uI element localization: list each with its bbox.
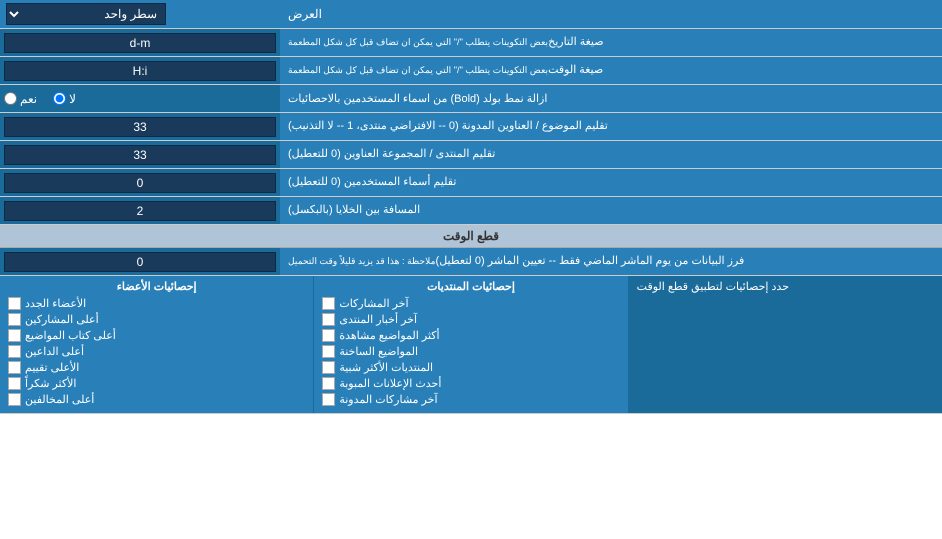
stats-grid: حدد إحصائيات لتطبيق قطع الوقت إحصائيات ا…: [0, 276, 942, 414]
checkbox-member-3[interactable]: [8, 345, 21, 358]
stats-item-forum-1: آخر أخبار المنتدى: [322, 313, 619, 326]
checkbox-forum-4[interactable]: [322, 361, 335, 374]
stats-item-member-3: أعلى الداعين: [8, 345, 305, 358]
checkbox-member-5[interactable]: [8, 377, 21, 390]
checkbox-forum-1[interactable]: [322, 313, 335, 326]
cutoff-row: فرز البيانات من يوم الماشر الماضي فقط --…: [0, 248, 942, 276]
time-section-header: قطع الوقت: [0, 225, 942, 248]
cell-spacing-input[interactable]: [4, 201, 276, 221]
username-trim-label: تقليم أسماء المستخدمين (0 للتعطيل): [280, 169, 942, 196]
username-trim-input-cell: [0, 169, 280, 196]
forum-group-input-cell: [0, 141, 280, 168]
stats-item-member-5: الأكثر شكراً: [8, 377, 305, 390]
time-format-row: صيغة الوقت بعض التكوينات يتطلب "/" التي …: [0, 57, 942, 85]
display-select[interactable]: سطر واحد: [6, 3, 166, 25]
topic-count-row: تقليم الموضوع / العناوين المدونة (0 -- ا…: [0, 113, 942, 141]
checkbox-forum-5[interactable]: [322, 377, 335, 390]
stats-item-forum-6: آخر مشاركات المدونة: [322, 393, 619, 406]
checkbox-forum-0[interactable]: [322, 297, 335, 310]
bold-yes-label: نعم: [20, 92, 37, 106]
time-format-input-cell: [0, 57, 280, 84]
main-container: العرض سطر واحد صيغة التاريخ بعض التكوينا…: [0, 0, 942, 414]
checkbox-forum-3[interactable]: [322, 345, 335, 358]
cell-spacing-input-cell: [0, 197, 280, 224]
forum-group-row: تقليم المنتدى / المجموعة العناوين (0 للت…: [0, 141, 942, 169]
checkbox-forum-2[interactable]: [322, 329, 335, 342]
date-format-label: صيغة التاريخ بعض التكوينات يتطلب "/" الت…: [280, 29, 942, 56]
bold-yes-radio[interactable]: [4, 92, 17, 105]
bold-no-option[interactable]: لا: [53, 92, 76, 106]
stats-item-member-6: أعلى المخالفين: [8, 393, 305, 406]
stats-forums-title: إحصائيات المنتديات: [322, 280, 619, 293]
bold-remove-input-cell: لا نعم: [0, 85, 280, 112]
stats-item-member-1: أعلى المشاركين: [8, 313, 305, 326]
stats-col-limit: حدد إحصائيات لتطبيق قطع الوقت: [628, 276, 942, 413]
bold-no-radio[interactable]: [53, 92, 66, 105]
stats-limit-label: حدد إحصائيات لتطبيق قطع الوقت: [637, 280, 789, 293]
topic-count-input[interactable]: [4, 117, 276, 137]
checkbox-member-1[interactable]: [8, 313, 21, 326]
stats-item-forum-3: المواضيع الساخنة: [322, 345, 619, 358]
cutoff-input-cell: [0, 248, 280, 275]
stats-item-forum-4: المنتديات الأكثر شبية: [322, 361, 619, 374]
checkbox-member-0[interactable]: [8, 297, 21, 310]
cutoff-label: فرز البيانات من يوم الماشر الماضي فقط --…: [280, 248, 942, 275]
stats-item-member-0: الأعضاء الجدد: [8, 297, 305, 310]
forum-group-label: تقليم المنتدى / المجموعة العناوين (0 للت…: [280, 141, 942, 168]
bold-remove-label: ازالة نمط بولد (Bold) من اسماء المستخدمي…: [280, 85, 942, 112]
stats-item-member-4: الأعلى تقييم: [8, 361, 305, 374]
checkbox-member-4[interactable]: [8, 361, 21, 374]
cell-spacing-row: المسافة بين الخلايا (بالبكسل): [0, 197, 942, 225]
display-select-cell: سطر واحد: [0, 0, 280, 28]
date-format-input[interactable]: [4, 33, 276, 53]
time-format-label: صيغة الوقت بعض التكوينات يتطلب "/" التي …: [280, 57, 942, 84]
checkbox-member-6[interactable]: [8, 393, 21, 406]
display-label: العرض: [280, 0, 942, 28]
time-format-input[interactable]: [4, 61, 276, 81]
stats-item-forum-0: آخر المشاركات: [322, 297, 619, 310]
cell-spacing-label: المسافة بين الخلايا (بالبكسل): [280, 197, 942, 224]
checkbox-member-2[interactable]: [8, 329, 21, 342]
stats-item-forum-5: أحدث الإعلانات المبوبة: [322, 377, 619, 390]
topic-count-label: تقليم الموضوع / العناوين المدونة (0 -- ا…: [280, 113, 942, 140]
username-trim-input[interactable]: [4, 173, 276, 193]
cutoff-input[interactable]: [4, 252, 276, 272]
checkbox-forum-6[interactable]: [322, 393, 335, 406]
display-row: العرض سطر واحد: [0, 0, 942, 29]
stats-col-members: إحصائيات الأعضاء الأعضاء الجدد أعلى المش…: [0, 276, 313, 413]
forum-group-input[interactable]: [4, 145, 276, 165]
stats-item-forum-2: أكثر المواضيع مشاهدة: [322, 329, 619, 342]
bold-remove-row: ازالة نمط بولد (Bold) من اسماء المستخدمي…: [0, 85, 942, 113]
bold-yes-option[interactable]: نعم: [4, 92, 37, 106]
stats-members-title: إحصائيات الأعضاء: [8, 280, 305, 293]
date-format-row: صيغة التاريخ بعض التكوينات يتطلب "/" الت…: [0, 29, 942, 57]
stats-item-member-2: أعلى كتاب المواضيع: [8, 329, 305, 342]
bold-no-label: لا: [69, 92, 76, 106]
stats-col-forums: إحصائيات المنتديات آخر المشاركات آخر أخب…: [313, 276, 627, 413]
username-trim-row: تقليم أسماء المستخدمين (0 للتعطيل): [0, 169, 942, 197]
topic-count-input-cell: [0, 113, 280, 140]
date-format-input-cell: [0, 29, 280, 56]
